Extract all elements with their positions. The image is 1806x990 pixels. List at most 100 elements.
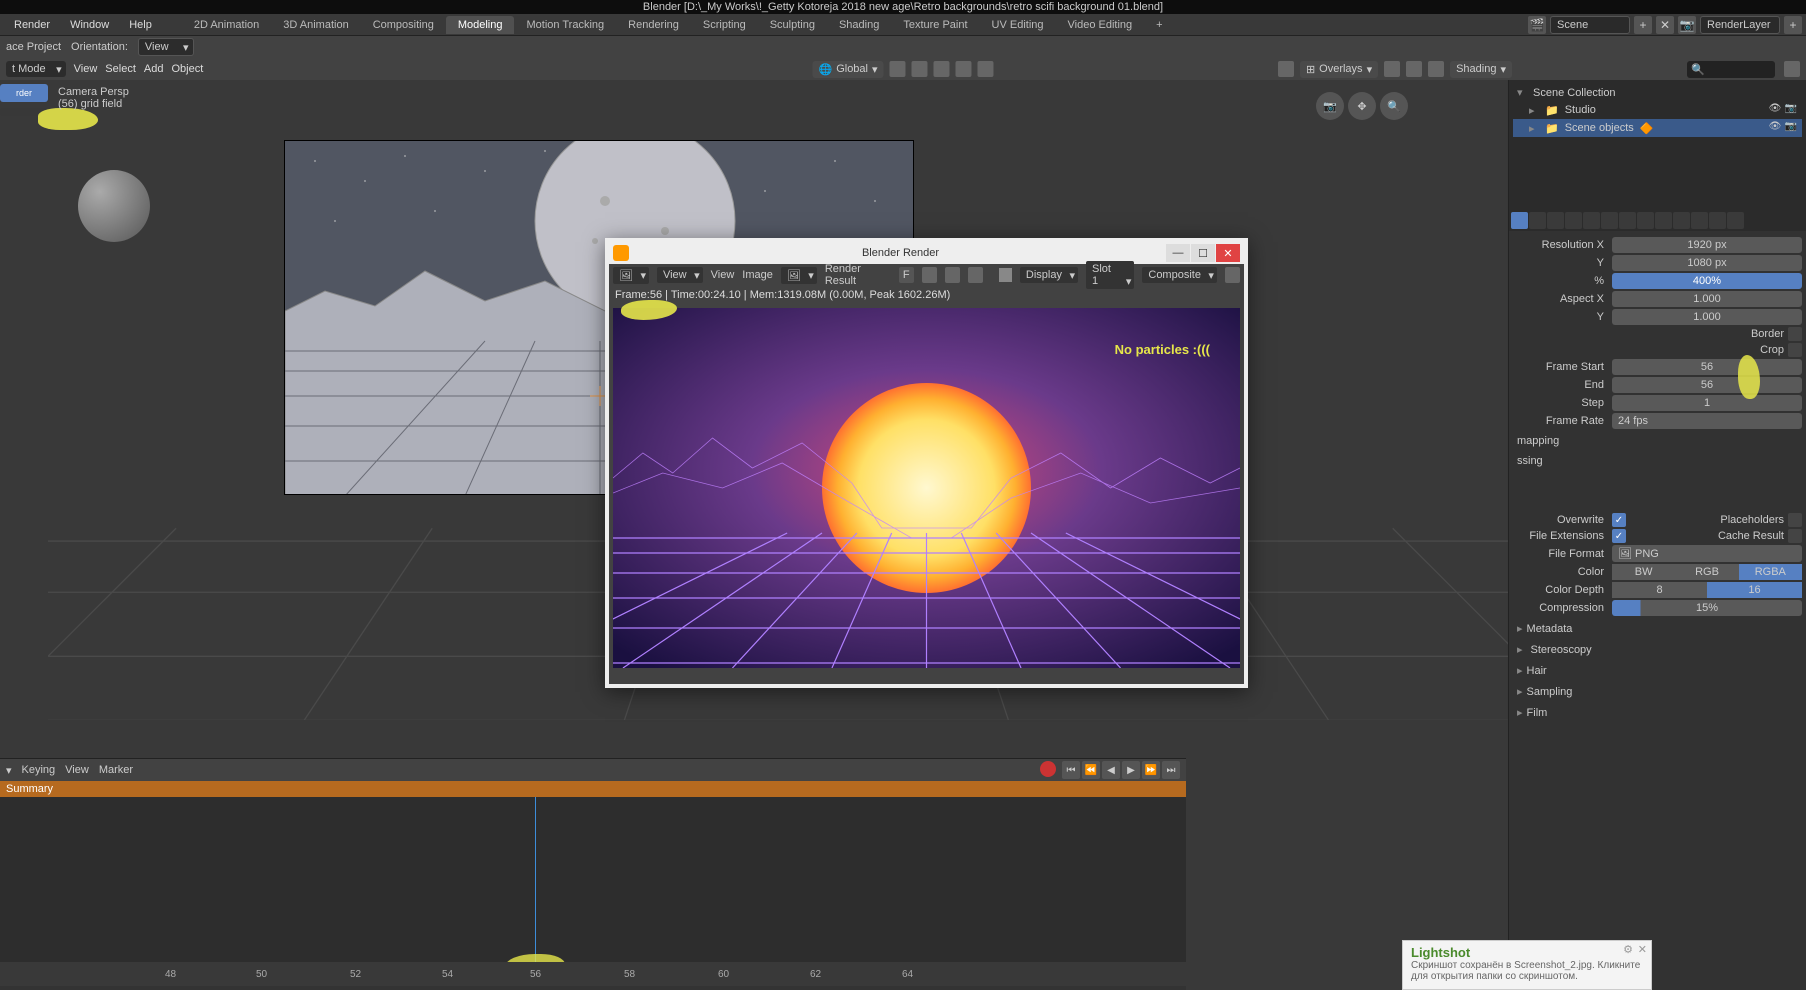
prev-key-button[interactable]: ⏪ <box>1082 761 1100 779</box>
color-bw[interactable]: BW <box>1612 564 1675 580</box>
depth-8[interactable]: 8 <box>1612 582 1707 598</box>
shading-dropdown[interactable]: Shading ▾ <box>1450 61 1512 78</box>
aspect-x-field[interactable]: 1.000 <box>1612 291 1802 307</box>
jump-end-button[interactable]: ⏭ <box>1162 761 1180 779</box>
timeline-view[interactable]: View <box>65 764 89 776</box>
new-image-button[interactable] <box>922 267 937 283</box>
placeholders-checkbox[interactable] <box>1788 513 1802 527</box>
zoom-gizmo-icon[interactable]: 🔍 <box>1380 92 1408 120</box>
jump-start-button[interactable]: ⏮ <box>1062 761 1080 779</box>
outliner-search[interactable]: 🔍 <box>1687 61 1775 78</box>
close-button[interactable]: ✕ <box>1216 244 1240 262</box>
scene-tab-icon[interactable] <box>1565 212 1582 229</box>
modifier-tab-icon[interactable] <box>1619 212 1636 229</box>
render-settings-icon[interactable] <box>1225 267 1240 283</box>
render-icon[interactable]: 📷 <box>1784 121 1798 135</box>
res-y-field[interactable]: 1080 px <box>1612 255 1802 271</box>
close-icon[interactable]: ✕ <box>1638 943 1647 956</box>
render-titlebar[interactable]: Blender Render — ☐ ✕ <box>609 242 1244 264</box>
outliner-item[interactable]: ▸ 📁 Studio 👁📷 <box>1513 101 1802 119</box>
summary-row[interactable]: Summary <box>0 781 1186 797</box>
maximize-button[interactable]: ☐ <box>1191 244 1215 262</box>
tab-sculpting[interactable]: Sculpting <box>758 16 827 34</box>
display-dropdown[interactable]: Display <box>1020 267 1078 283</box>
playhead[interactable] <box>535 797 536 962</box>
header-object[interactable]: Object <box>171 63 203 75</box>
tab-compositing[interactable]: Compositing <box>361 16 446 34</box>
menu-render[interactable]: Render <box>4 16 60 34</box>
autokey-record-icon[interactable] <box>1040 761 1056 777</box>
image-dropdown[interactable]: 🖼 <box>781 267 817 284</box>
viewlayer-tab-icon[interactable] <box>1547 212 1564 229</box>
snap-icon[interactable] <box>890 61 906 77</box>
color-channel-icon[interactable] <box>999 268 1012 282</box>
timeline-body[interactable]: 56 48 50 52 54 56 58 60 62 64 <box>0 797 1186 986</box>
header-add[interactable]: Add <box>144 63 164 75</box>
new-renderlayer-button[interactable]: + <box>1784 16 1802 34</box>
section-metadata[interactable]: ▸Metadata <box>1511 618 1804 639</box>
orientation-widget[interactable]: 🌐 Global ▾ <box>812 61 883 78</box>
section-film[interactable]: ▸Film <box>1511 702 1804 723</box>
file-format-field[interactable]: 🖼 PNG <box>1612 545 1802 562</box>
crop-checkbox[interactable] <box>1788 343 1802 357</box>
fake-user-button[interactable]: F <box>899 267 914 283</box>
menu-window[interactable]: Window <box>60 16 119 34</box>
color-rgb[interactable]: RGB <box>1675 564 1738 580</box>
pivot-icon[interactable] <box>978 61 994 77</box>
tab-texture-paint[interactable]: Texture Paint <box>891 16 979 34</box>
header-select[interactable]: Select <box>105 63 136 75</box>
snap-target-icon[interactable] <box>912 61 928 77</box>
gear-icon[interactable]: ⚙ <box>1623 943 1633 956</box>
eye-icon[interactable]: 👁 <box>1768 121 1782 135</box>
physics-tab-icon[interactable] <box>1655 212 1672 229</box>
render-tab-icon[interactable] <box>1511 212 1528 229</box>
color-rgba[interactable]: RGBA <box>1739 564 1802 580</box>
tab-scripting[interactable]: Scripting <box>691 16 758 34</box>
lightshot-body[interactable]: Скриншот сохранён в Screenshot_2.jpg. Кл… <box>1411 960 1643 982</box>
resolution-pct-field[interactable]: 400% <box>1612 273 1802 289</box>
particle-tab-icon[interactable] <box>1637 212 1654 229</box>
play-reverse-button[interactable]: ◀ <box>1102 761 1120 779</box>
framerate-field[interactable]: 24 fps <box>1612 413 1802 429</box>
editor-type-dropdown[interactable]: 🖼 <box>613 267 649 284</box>
border-checkbox[interactable] <box>1788 327 1802 341</box>
scene-icon[interactable]: 🎬 <box>1528 16 1546 34</box>
frame-start-field[interactable]: 56 <box>1612 359 1802 375</box>
render-image-menu[interactable]: Image <box>742 269 773 281</box>
tab-2d-animation[interactable]: 2D Animation <box>182 16 271 34</box>
caret-icon[interactable]: ▾ <box>1517 86 1527 99</box>
keying-dropdown[interactable]: Keying <box>22 764 56 776</box>
pan-gizmo-icon[interactable]: ✥ <box>1348 92 1376 120</box>
tab-video-editing[interactable]: Video Editing <box>1056 16 1145 34</box>
depth-16[interactable]: 16 <box>1707 582 1802 598</box>
next-key-button[interactable]: ⏩ <box>1142 761 1160 779</box>
view-dropdown[interactable]: View <box>138 38 194 56</box>
menu-help[interactable]: Help <box>119 16 162 34</box>
outliner-item[interactable]: ▸ 📁 Scene objects 🔶 👁📷 <box>1513 119 1802 137</box>
overwrite-checkbox[interactable] <box>1612 513 1626 527</box>
timeline-editor-dropdown[interactable]: ▾ <box>6 764 12 777</box>
timeline-marker[interactable]: Marker <box>99 764 133 776</box>
tab-shading[interactable]: Shading <box>827 16 891 34</box>
slot-dropdown[interactable]: Slot 1 <box>1086 261 1134 289</box>
mesh-select-icon[interactable] <box>1278 61 1294 77</box>
render-view-menu[interactable]: View <box>711 269 735 281</box>
unlink-image-button[interactable] <box>968 267 983 283</box>
renderlayer-icon[interactable]: 📷 <box>1678 16 1696 34</box>
res-x-field[interactable]: 1920 px <box>1612 237 1802 253</box>
section-stereoscopy[interactable]: ▸Stereoscopy <box>1511 639 1804 660</box>
texture-tab-icon[interactable] <box>1727 212 1744 229</box>
open-image-button[interactable] <box>945 267 960 283</box>
tab-modeling[interactable]: Modeling <box>446 16 515 34</box>
tab-rendering[interactable]: Rendering <box>616 16 691 34</box>
render-view-dropdown[interactable]: View <box>657 267 703 283</box>
compression-slider[interactable]: 15% <box>1612 600 1802 616</box>
section-sampling[interactable]: ▸Sampling <box>1511 681 1804 702</box>
data-tab-icon[interactable] <box>1691 212 1708 229</box>
shade-solid-icon[interactable] <box>1406 61 1422 77</box>
minimize-button[interactable]: — <box>1166 244 1190 262</box>
tab-motion-tracking[interactable]: Motion Tracking <box>514 16 616 34</box>
render-icon[interactable]: 📷 <box>1784 103 1798 117</box>
section-mapping[interactable]: mapping <box>1511 431 1804 451</box>
shade-wireframe-icon[interactable] <box>1384 61 1400 77</box>
